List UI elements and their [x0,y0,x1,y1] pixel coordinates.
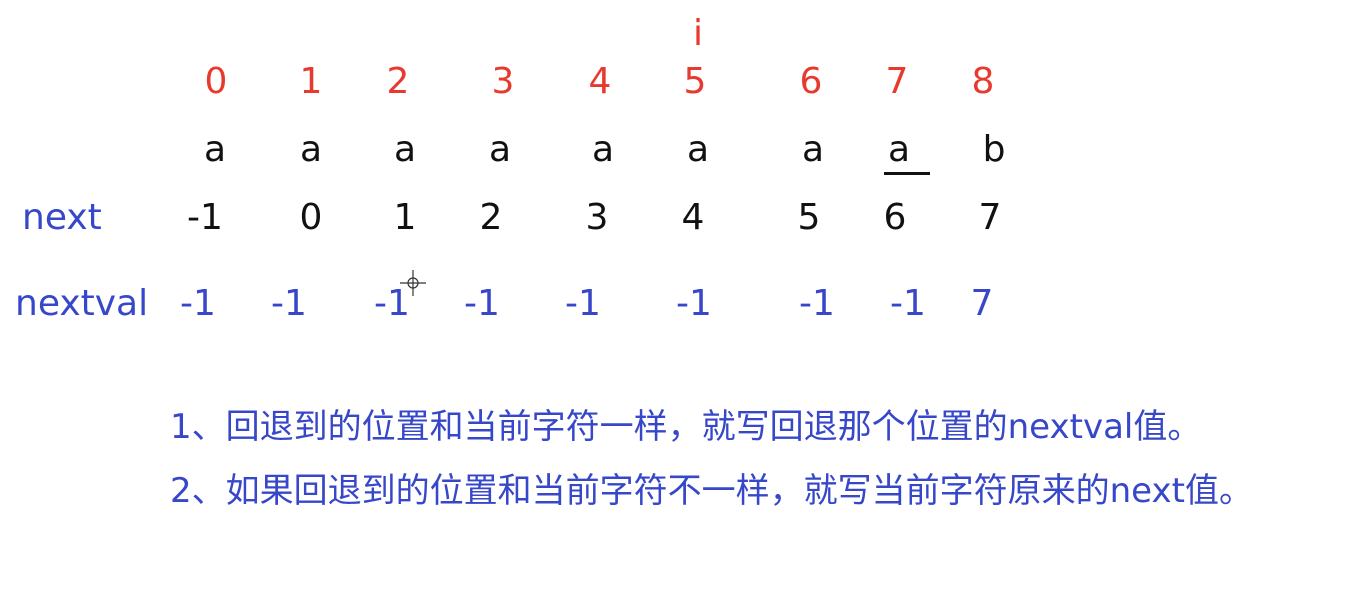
char-cell: b [982,129,1006,170]
index-cell: 0 [204,61,228,102]
row-label-nextval: nextval [15,283,149,324]
char-cell: a [488,129,512,170]
char-cell: a [591,129,615,170]
index-cell: 5 [683,61,707,102]
next-cell: 3 [585,197,609,238]
char-cell: a [299,129,323,170]
nextval-cell: -1 [890,283,926,324]
next-cell: 5 [797,197,821,238]
crosshair-cursor-icon [400,270,426,296]
row-label-next: next [22,197,102,238]
index-cell: 3 [491,61,515,102]
char-cell-current: a [887,129,911,170]
next-cell: 4 [681,197,705,238]
next-cell: 7 [978,197,1002,238]
index-cell: 6 [799,61,823,102]
index-cell: 4 [588,61,612,102]
index-cell: 2 [386,61,410,102]
next-cell: -1 [187,197,223,238]
char-cell: a [686,129,710,170]
nextval-cell: -1 [676,283,712,324]
index-cell: 1 [299,61,323,102]
nextval-cell: -1 [799,283,835,324]
rule-note-2: 2、如果回退到的位置和当前字符不一样，就写当前字符原来的next值。 [170,471,1253,511]
char-cell: a [203,129,227,170]
nextval-cell: -1 [464,283,500,324]
nextval-cell: -1 [180,283,216,324]
next-cell: 1 [393,197,417,238]
char-cell: a [393,129,417,170]
rule-note-1: 1、回退到的位置和当前字符一样，就写回退那个位置的nextval值。 [170,407,1202,447]
next-cell: 6 [883,197,907,238]
pointer-i: i [692,13,704,54]
nextval-cell: -1 [565,283,601,324]
current-char-underline [884,172,930,175]
char-cell: a [801,129,825,170]
nextval-cell: 7 [970,283,994,324]
index-cell: 8 [971,61,995,102]
nextval-cell: -1 [271,283,307,324]
index-cell: 7 [885,61,909,102]
next-cell: 2 [479,197,503,238]
next-cell: 0 [299,197,323,238]
